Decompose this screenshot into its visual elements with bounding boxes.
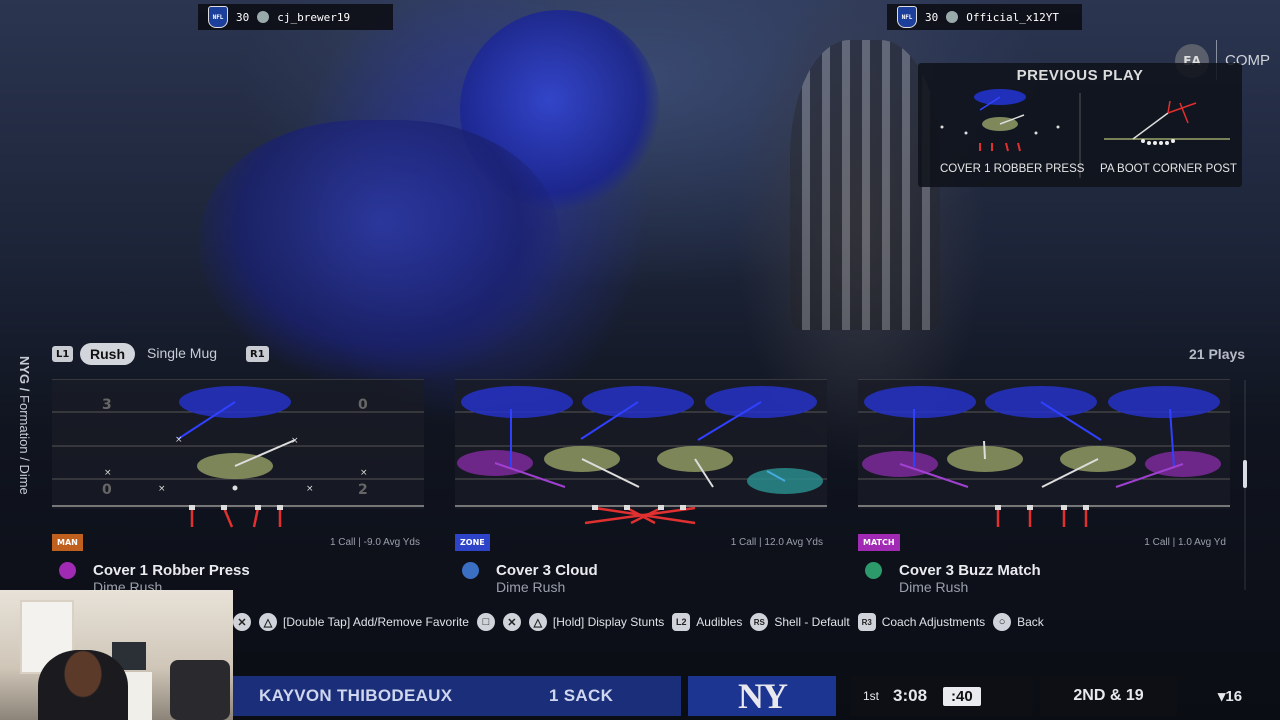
hint-back[interactable]: ○ Back <box>993 613 1044 631</box>
button-hints: ✕ △ [Double Tap] Add/Remove Favorite □ ✕ … <box>233 608 1093 636</box>
svg-text:×: × <box>360 468 368 478</box>
play-clock: :40 <box>943 686 981 706</box>
left-player-name: cj_brewer19 <box>277 10 351 24</box>
scrollbar-thumb[interactable] <box>1243 460 1247 488</box>
rs-button-icon: RS <box>750 613 769 631</box>
left-player-tag: NFL 30 cj_brewer19 <box>198 4 393 30</box>
banner-player-stat: 1 SACK <box>549 686 614 705</box>
svg-text:×: × <box>104 468 112 478</box>
breadcrumb-team: NYG <box>17 356 32 385</box>
svg-text:×: × <box>291 436 299 446</box>
hint-shell[interactable]: RS Shell - Default <box>750 613 850 631</box>
webcam-person <box>38 650 128 720</box>
previous-offense-play: PA BOOT CORNER POST <box>1100 163 1237 175</box>
previous-play-panel: PREVIOUS PLAY COVER 1 ROBBER PRESS PA BO… <box>918 63 1242 187</box>
banner-player-name: KAYVON THIBODEAUX <box>259 686 453 705</box>
play-name: Cover 3 Buzz Match <box>899 562 1041 579</box>
play-count: 21 Plays <box>1189 346 1246 362</box>
cross-icon <box>462 562 479 579</box>
play-diagram <box>858 379 1230 527</box>
player-stat-banner: KAYVON THIBODEAUX 1 SACK <box>233 676 681 716</box>
down-distance: 2ND & 19 <box>1040 676 1177 716</box>
svg-text:×: × <box>306 484 314 494</box>
quarter: 1st <box>863 689 880 703</box>
triangle-icon <box>865 562 882 579</box>
play-diagram <box>455 379 827 525</box>
coverage-tag: MAN <box>52 534 83 551</box>
webcam-chair <box>170 660 230 720</box>
play-name: Cover 3 Cloud <box>496 562 598 579</box>
background-player-body <box>200 120 560 380</box>
ball-spot: ▾16 <box>1217 688 1243 705</box>
game-clock: 3:08 <box>893 686 928 705</box>
cross-button-icon[interactable]: ✕ <box>502 613 521 631</box>
previous-defense-play: COVER 1 ROBBER PRESS <box>940 163 1085 175</box>
play-stats: 1 Call | 1.0 Avg Yd <box>1144 537 1226 548</box>
square-button-icon[interactable]: □ <box>476 613 495 631</box>
breadcrumb-formation: Formation <box>17 395 32 454</box>
playstation-icon <box>946 11 959 23</box>
play-stats: 1 Call | -9.0 Avg Yds <box>329 537 420 548</box>
hint-audibles[interactable]: L2 Audibles <box>672 613 742 631</box>
playstation-icon <box>257 11 270 23</box>
play-card-cover-1-robber-press[interactable]: 3 0 0 2 × × × × × × MAN 1 Call | -9.0 Avg Yds <box>52 379 424 553</box>
svg-text:0: 0 <box>102 482 112 498</box>
circle-button-icon: ○ <box>993 613 1012 631</box>
svg-text:0: 0 <box>358 397 368 413</box>
svg-text:2: 2 <box>358 482 368 498</box>
l1-button[interactable]: L1 <box>52 346 74 362</box>
r1-button[interactable]: R1 <box>246 346 269 362</box>
svg-text:3: 3 <box>102 397 112 413</box>
cross-button-icon[interactable]: ✕ <box>233 613 251 631</box>
svg-text:×: × <box>158 484 166 494</box>
tab-single-mug[interactable]: Single Mug <box>147 345 217 361</box>
l2-button-icon: L2 <box>672 613 691 631</box>
play-formation: Dime Rush <box>899 579 969 595</box>
hint-favorite[interactable]: △ [Double Tap] Add/Remove Favorite <box>259 613 469 631</box>
coverage-tag: MATCH <box>858 534 900 551</box>
game-clock-panel: 1st 3:08 :40 <box>851 676 1033 716</box>
right-player-tag: NFL 30 Official_x12YT <box>887 4 1082 30</box>
play-card-cover-3-buzz-match[interactable]: MATCH 1 Call | 1.0 Avg Yd <box>858 379 1230 553</box>
left-player-rating: 30 <box>236 10 250 24</box>
right-player-rating: 30 <box>925 10 939 24</box>
triangle-button-icon: △ <box>528 613 547 631</box>
play-card-cover-3-cloud[interactable]: ZONE 1 Call | 12.0 Avg Yds <box>455 379 827 553</box>
tab-rush[interactable]: Rush <box>80 343 135 365</box>
nfl-shield-icon: NFL <box>208 6 228 28</box>
r3-button-icon: R3 <box>857 613 876 631</box>
webcam-overlay <box>0 590 233 720</box>
triangle-button-icon: △ <box>259 613 277 631</box>
play-diagram: 3 0 0 2 × × × × × × <box>52 379 424 528</box>
hint-coach-adjustments[interactable]: R3 Coach Adjustments <box>857 613 985 631</box>
team-logo: NY <box>688 676 836 716</box>
coverage-tag: ZONE <box>455 534 490 551</box>
play-stats: 1 Call | 12.0 Avg Yds <box>730 537 823 548</box>
breadcrumb-set: Dime <box>17 464 32 495</box>
square-icon <box>59 562 76 579</box>
breadcrumb: NYG / Formation / Dime <box>17 356 32 495</box>
nfl-shield-icon: NFL <box>897 6 917 28</box>
svg-text:×: × <box>175 435 183 445</box>
hint-stunts[interactable]: △ [Hold] Display Stunts <box>528 613 664 631</box>
play-name: Cover 1 Robber Press <box>93 562 250 579</box>
right-player-name: Official_x12YT <box>966 10 1059 24</box>
play-formation: Dime Rush <box>496 579 566 595</box>
